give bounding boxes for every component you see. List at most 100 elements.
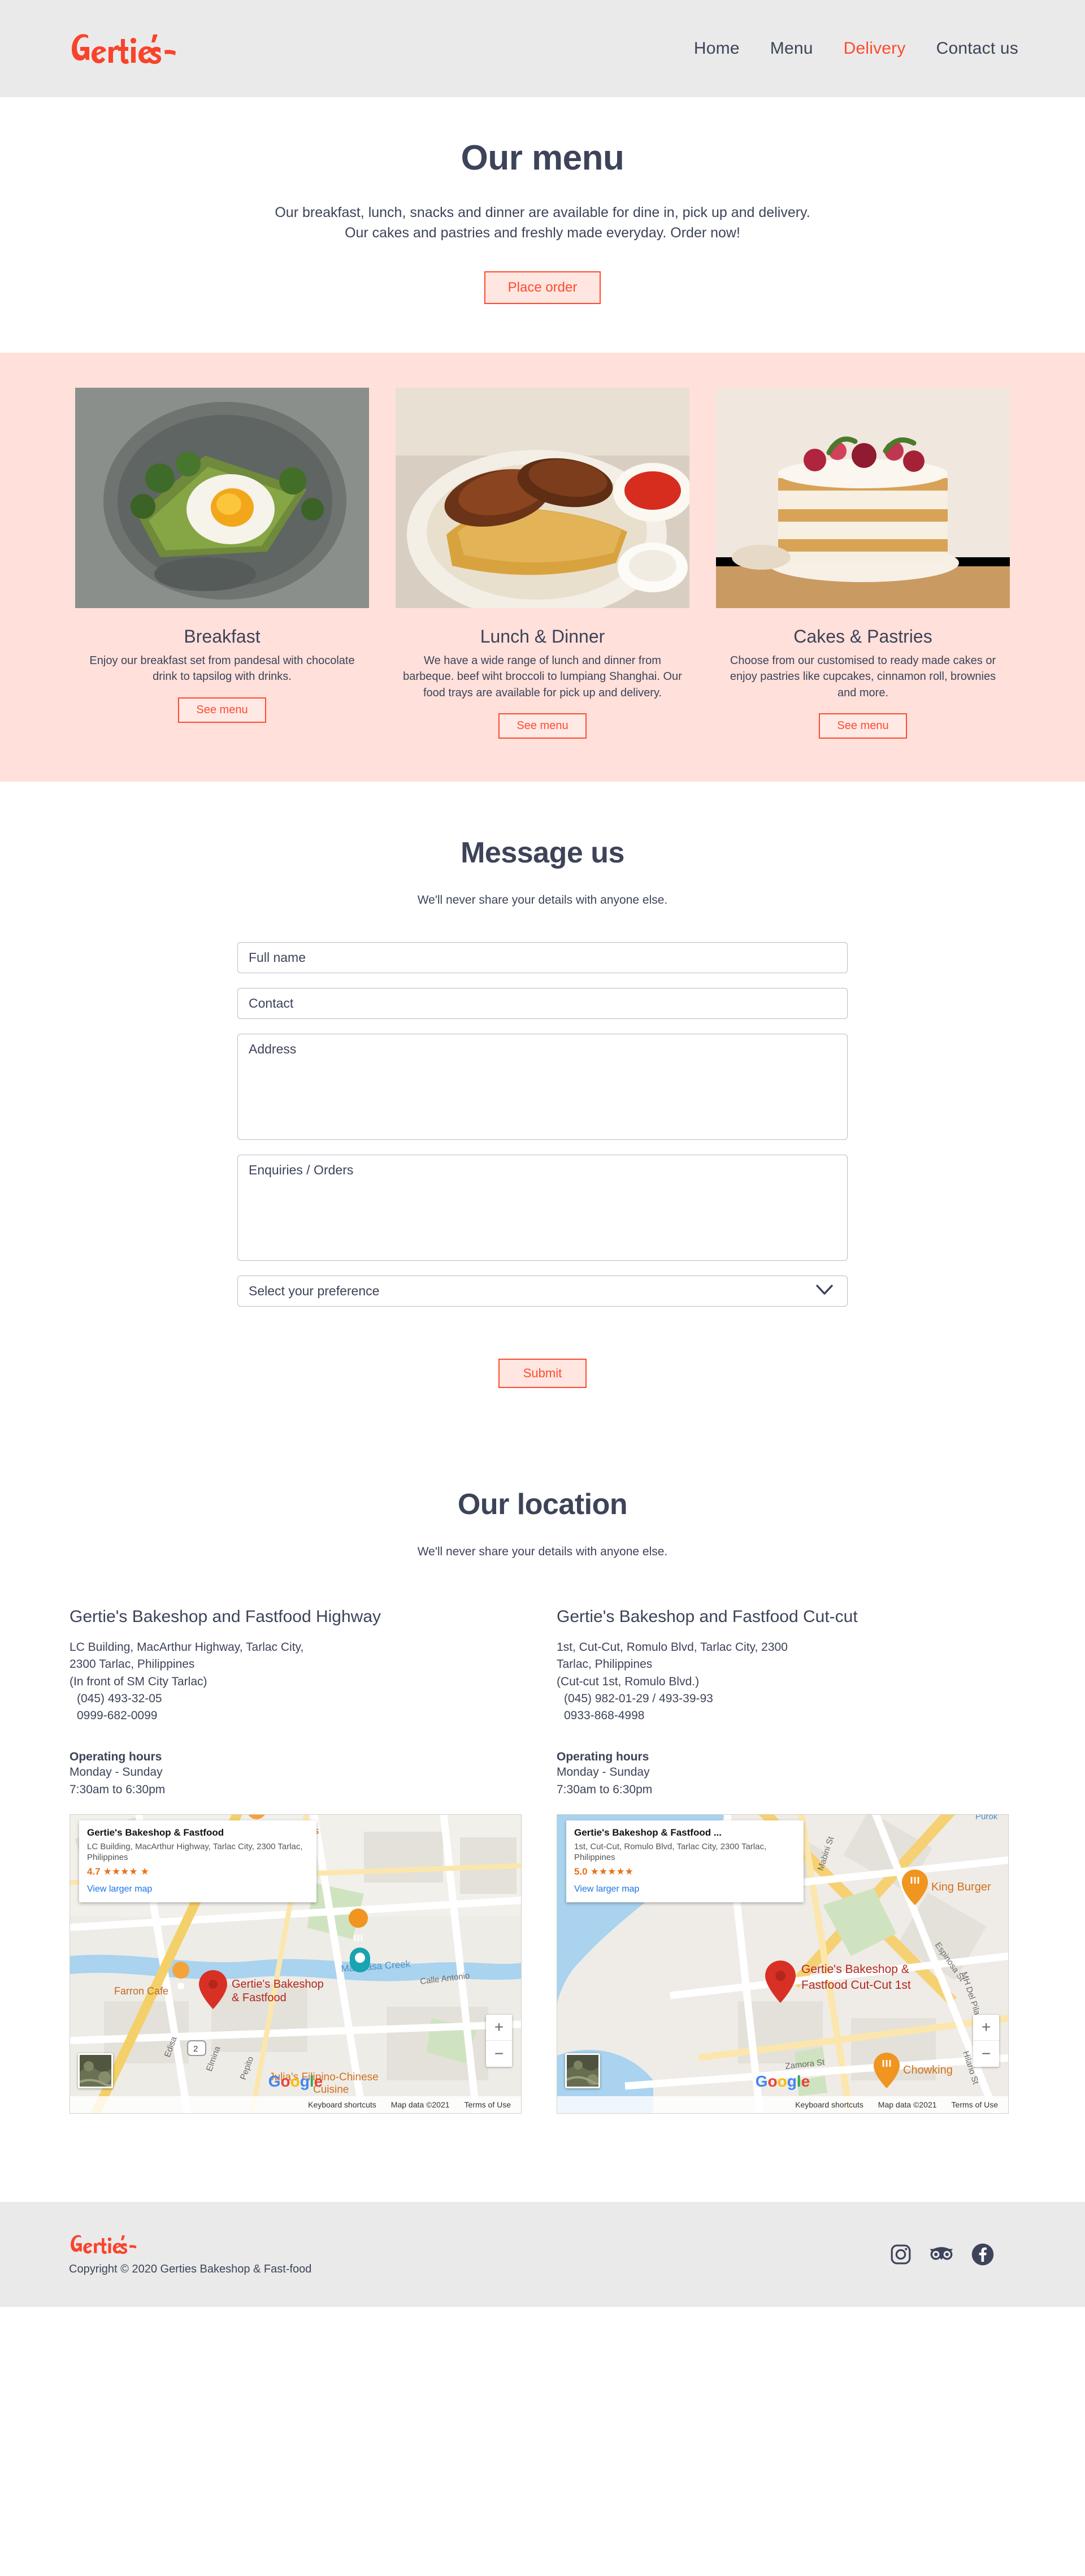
hero-subtitle-line-2: Our cakes and pastries and freshly made …	[345, 224, 740, 241]
social-links	[889, 2243, 995, 2266]
cakes-pastries-photo	[716, 388, 1010, 608]
menu-card-title: Lunch & Dinner	[480, 626, 605, 647]
contact-form: Submit	[237, 942, 848, 1389]
contact-input[interactable]	[237, 988, 848, 1020]
site-header: Home Menu Delivery Contact us	[0, 0, 1085, 97]
instagram-icon[interactable]	[889, 2243, 912, 2266]
branches-row: Gertie's Bakeshop and Fastfood Highway L…	[0, 1607, 1085, 2114]
branch-address: 1st, Cut-Cut, Romulo Blvd, Tarlac City, …	[557, 1641, 788, 1688]
map-zoom-out-button[interactable]: −	[973, 2041, 999, 2067]
map-rating-half-star: ★	[140, 1866, 149, 1877]
nav-link-home[interactable]: Home	[694, 39, 740, 58]
map-cut-cut[interactable]: Mabini St Espinosa St MH Del Pilar Hilar…	[557, 1814, 1009, 2114]
map-zoom-in-button[interactable]: +	[486, 2015, 512, 2041]
message-us-subtitle: We'll never share your details with anyo…	[417, 894, 668, 907]
nav-link-menu[interactable]: Menu	[770, 39, 813, 58]
map-rating-value: 5.0	[574, 1866, 588, 1877]
map-card-address: 1st, Cut-Cut, Romulo Blvd, Tarlac City, …	[574, 1841, 767, 1862]
view-larger-map-link[interactable]: View larger map	[574, 1884, 796, 1894]
view-larger-map-link[interactable]: View larger map	[87, 1884, 309, 1894]
map-rating: 4.7 ★★★★ ★	[87, 1866, 309, 1877]
see-menu-button-lunch-dinner[interactable]: See menu	[498, 713, 587, 739]
map-data-label: Map data ©2021	[878, 2100, 937, 2109]
map-info-card-cut-cut: Gertie's Bakeshop & Fastfood ... 1st, Cu…	[566, 1820, 804, 1903]
footer-logo[interactable]	[69, 2233, 311, 2258]
map-highway[interactable]: Calle Antonio Edisa Elmina Pepito Masala…	[70, 1814, 522, 2114]
menu-card-breakfast: Breakfast Enjoy our breakfast set from p…	[75, 388, 369, 723]
map-zoom-controls: + −	[486, 2014, 512, 2067]
keyboard-shortcuts-link[interactable]: Keyboard shortcuts	[795, 2100, 863, 2109]
message-us-title: Message us	[461, 836, 624, 870]
hero-subtitle-line-1: Our breakfast, lunch, snacks and dinner …	[275, 205, 810, 220]
branch-name: Gertie's Bakeshop and Fastfood Highway	[70, 1607, 381, 1627]
operating-hours-label: Operating hours	[70, 1750, 162, 1764]
map-zoom-controls: + −	[973, 2014, 999, 2067]
site-logo[interactable]	[69, 31, 176, 66]
menu-card-description: Enjoy our breakfast set from pandesal wi…	[89, 654, 355, 683]
svg-text:& Fastfood: & Fastfood	[232, 1992, 287, 2004]
our-location-subtitle: We'll never share your details with anyo…	[417, 1545, 668, 1559]
our-location-title: Our location	[457, 1488, 628, 1521]
gerties-logo-icon	[72, 34, 176, 64]
facebook-icon[interactable]	[971, 2243, 995, 2266]
menu-card-title: Cakes & Pastries	[793, 626, 932, 647]
submit-row: Submit	[237, 1359, 848, 1389]
operating-hours-value: Monday - Sunday 7:30am to 6:30pm	[70, 1766, 166, 1796]
map-info-card-highway: Gertie's Bakeshop & Fastfood LC Building…	[79, 1820, 316, 1903]
map-card-title: Gertie's Bakeshop & Fastfood ...	[574, 1827, 722, 1838]
menu-card-cakes-pastries: Cakes & Pastries Choose from our customi…	[716, 388, 1010, 739]
hero-section: Our menu Our breakfast, lunch, snacks an…	[0, 97, 1085, 353]
poi-transit-badge	[350, 1947, 370, 1972]
map-rating-stars: ★★★★	[103, 1866, 138, 1877]
operating-hours-label: Operating hours	[557, 1750, 649, 1764]
preference-select-wrapper	[237, 1276, 848, 1307]
map-attribution-bar: Keyboard shortcuts Map data ©2021 Terms …	[557, 2096, 1008, 2113]
branch-highway: Gertie's Bakeshop and Fastfood Highway L…	[70, 1607, 528, 2114]
svg-text:Fastfood Cut-Cut 1st: Fastfood Cut-Cut 1st	[801, 1979, 911, 1992]
map-satellite-thumbnail[interactable]	[78, 2053, 113, 2088]
branch-name: Gertie's Bakeshop and Fastfood Cut-cut	[557, 1607, 858, 1627]
gerties-logo-icon	[71, 2235, 137, 2254]
svg-text:Farron Cafe: Farron Cafe	[114, 1985, 168, 1997]
google-watermark: Google	[268, 2072, 323, 2090]
branch-phones: (045) 982-01-29 / 493-39-93 0933-868-499…	[564, 1692, 713, 1723]
branch-phones: (045) 493-32-05 0999-682-0099	[77, 1692, 162, 1723]
full-name-input[interactable]	[237, 942, 848, 974]
nav-link-delivery[interactable]: Delivery	[844, 39, 906, 58]
submit-button[interactable]: Submit	[498, 1359, 587, 1389]
menu-card-description: Choose from our customised to ready made…	[730, 654, 996, 699]
terms-of-use-link[interactable]: Terms of Use	[465, 2100, 511, 2109]
svg-text:Gertie's Bakeshop: Gertie's Bakeshop	[232, 1978, 324, 1990]
our-location-section: Our location We'll never share your deta…	[0, 1422, 1085, 2148]
menu-cards-row: Breakfast Enjoy our breakfast set from p…	[0, 388, 1085, 739]
svg-text:2: 2	[193, 2044, 198, 2054]
map-card-title: Gertie's Bakeshop & Fastfood	[87, 1827, 224, 1838]
map-zoom-in-button[interactable]: +	[973, 2015, 999, 2041]
keyboard-shortcuts-link[interactable]: Keyboard shortcuts	[308, 2100, 376, 2109]
site-footer: Copyright © 2020 Gerties Bakeshop & Fast…	[0, 2201, 1085, 2307]
branch-cut-cut: Gertie's Bakeshop and Fastfood Cut-cut 1…	[557, 1607, 1015, 2114]
tripadvisor-icon[interactable]	[929, 2243, 954, 2266]
place-order-button[interactable]: Place order	[484, 271, 601, 304]
map-attribution-bar: Keyboard shortcuts Map data ©2021 Terms …	[70, 2096, 521, 2113]
nav-link-contact-us[interactable]: Contact us	[936, 39, 1018, 58]
footer-left: Copyright © 2020 Gerties Bakeshop & Fast…	[69, 2233, 311, 2276]
svg-text:Gertie's Bakeshop &: Gertie's Bakeshop &	[801, 1963, 909, 1976]
see-menu-button-breakfast[interactable]: See menu	[178, 697, 266, 723]
menu-categories-section: Breakfast Enjoy our breakfast set from p…	[0, 353, 1085, 782]
enquiries-orders-textarea[interactable]	[237, 1155, 848, 1261]
menu-card-lunch-dinner: Lunch & Dinner We have a wide range of l…	[396, 388, 689, 739]
menu-card-title: Breakfast	[184, 626, 261, 647]
footer-copyright: Copyright © 2020 Gerties Bakeshop & Fast…	[69, 2262, 312, 2275]
lunch-dinner-photo	[396, 388, 689, 608]
map-data-label: Map data ©2021	[390, 2100, 450, 2109]
svg-text:Chowking: Chowking	[903, 2064, 953, 2076]
map-rating: 5.0 ★★★★★	[574, 1866, 796, 1877]
map-satellite-thumbnail[interactable]	[565, 2053, 600, 2088]
terms-of-use-link[interactable]: Terms of Use	[952, 2100, 998, 2109]
see-menu-button-cakes-pastries[interactable]: See menu	[819, 713, 907, 739]
map-zoom-out-button[interactable]: −	[486, 2041, 512, 2067]
address-textarea[interactable]	[237, 1034, 848, 1140]
svg-text:King Burger: King Burger	[931, 1881, 991, 1893]
preference-select[interactable]	[237, 1276, 848, 1307]
